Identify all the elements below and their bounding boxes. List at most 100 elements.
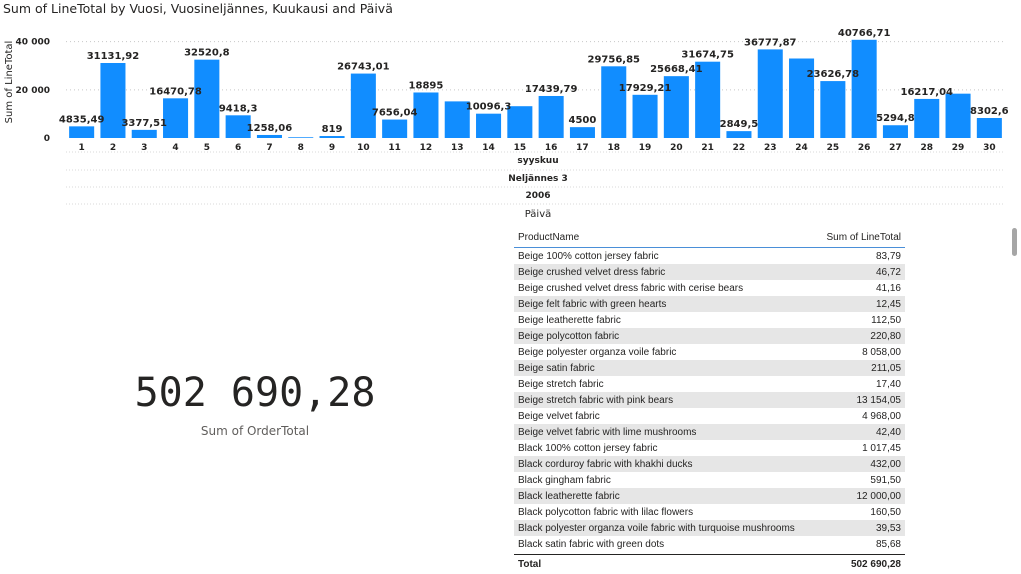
bar[interactable] [350, 73, 376, 138]
linetotal-cell: 85,68 [875, 538, 901, 550]
product-name-cell: Beige crushed velvet dress fabric with c… [518, 282, 744, 294]
table-row[interactable]: Beige felt fabric with green hearts 12,45 [514, 296, 905, 312]
data-label: 18895 [409, 80, 444, 91]
data-label: 17439,79 [525, 84, 578, 95]
linetotal-cell: 1 017,45 [862, 442, 901, 454]
data-label: 23626,78 [807, 69, 860, 80]
y-tick-label: 20 000 [16, 86, 50, 96]
linetotal-cell: 591,50 [870, 474, 901, 486]
total-value: 502 690,28 [850, 558, 901, 570]
x-tick-label: 21 [701, 143, 714, 153]
product-name-cell: Beige velvet fabric with lime mushrooms [518, 426, 697, 438]
table-row[interactable]: Beige satin fabric 211,05 [514, 360, 905, 376]
table-row[interactable]: Black polycotton fabric with lilac flowe… [514, 504, 905, 520]
linetotal-cell: 83,79 [875, 250, 901, 262]
linetotal-cell: 220,80 [870, 330, 901, 342]
table-row[interactable]: Beige 100% cotton jersey fabric 83,79 [514, 248, 905, 264]
bar[interactable] [131, 129, 157, 138]
x-tick-label: 29 [952, 143, 965, 153]
linetotal-cell: 42,40 [875, 426, 901, 438]
bar[interactable] [288, 137, 314, 138]
product-name-cell: Black satin fabric with green dots [518, 538, 665, 550]
table-row[interactable]: Beige stretch fabric 17,40 [514, 376, 905, 392]
x-tick-label: 20 [670, 143, 683, 153]
column-header-productname[interactable]: ProductName [518, 232, 579, 243]
bar[interactable] [757, 49, 783, 138]
bar[interactable] [538, 95, 564, 138]
data-label: 7656,04 [372, 108, 418, 119]
x-axis-title: Päivä [525, 209, 552, 220]
y-tick-label: 0 [44, 134, 50, 144]
data-label: 1258,06 [247, 123, 293, 134]
linetotal-cell: 12 000,00 [856, 490, 902, 502]
data-label: 36777,87 [744, 37, 797, 48]
data-label: 26743,01 [337, 62, 390, 73]
bar[interactable] [69, 126, 95, 138]
linetotal-cell: 13 154,05 [856, 394, 902, 406]
table-row[interactable]: Beige stretch fabric with pink bears 13 1… [514, 392, 905, 408]
product-name-cell: Black 100% cotton jersey fabric [518, 442, 658, 454]
linetotal-cell: 8 058,00 [862, 346, 901, 358]
x-tick-label: 28 [920, 143, 933, 153]
x-tick-label: 12 [420, 143, 433, 153]
table-row[interactable]: Beige crushed velvet dress fabric with c… [514, 280, 905, 296]
product-name-cell: Black polycotton fabric with lilac flowe… [518, 506, 694, 518]
bar[interactable] [476, 113, 502, 138]
product-table[interactable]: ProductName Sum of LineTotal Beige 100% … [514, 227, 905, 574]
table-row[interactable]: Beige crushed velvet dress fabric 46,72 [514, 264, 905, 280]
product-name-cell: Beige felt fabric with green hearts [518, 298, 667, 310]
linetotal-cell: 211,05 [871, 362, 901, 374]
linetotal-cell: 39,53 [875, 522, 901, 534]
bar[interactable] [726, 131, 752, 138]
data-label: 32520,8 [184, 48, 230, 59]
table-row[interactable]: Black gingham fabric 591,50 [514, 472, 905, 488]
data-label: 29756,85 [587, 54, 640, 65]
bar[interactable] [632, 94, 658, 138]
bar[interactable] [194, 59, 220, 139]
bar[interactable] [820, 81, 846, 138]
linetotal-cell: 112,50 [871, 314, 901, 326]
table-row[interactable]: Black satin fabric with green dots 85,68 [514, 536, 905, 552]
bar[interactable] [319, 136, 345, 138]
data-label: 31131,92 [87, 51, 140, 62]
bar[interactable] [256, 134, 282, 138]
linetotal-cell: 41,16 [875, 282, 901, 294]
table-row[interactable]: Beige velvet fabric 4 968,00 [514, 408, 905, 424]
bar[interactable] [914, 98, 940, 138]
table-row[interactable]: Beige leatherette fabric 112,50 [514, 312, 905, 328]
bar[interactable] [882, 125, 908, 138]
table-total-row: Total 502 690,28 [514, 554, 905, 573]
bar-chart: Sum of LineTotal 0 20 000 40 000 4835,49 31… [4, 28, 1009, 220]
bar[interactable] [601, 66, 627, 138]
data-label: 3377,51 [121, 118, 167, 129]
linetotal-cell: 17,40 [875, 378, 901, 390]
y-axis-ticks: 0 20 000 40 000 [16, 38, 50, 144]
quarter-label: Neljännes 3 [508, 174, 568, 184]
table-row[interactable]: Black polyester organza voile fabric wit… [514, 520, 905, 536]
table-scrollbar[interactable] [1012, 228, 1017, 256]
year-label: 2006 [525, 191, 550, 201]
data-label: 4500 [569, 115, 597, 126]
bar[interactable] [976, 117, 1002, 138]
bar[interactable] [945, 93, 971, 138]
linetotal-cell: 160,50 [870, 506, 901, 518]
product-name-cell: Beige stretch fabric [518, 378, 604, 390]
y-tick-label: 40 000 [16, 38, 50, 48]
product-name-cell: Beige crushed velvet dress fabric [518, 266, 666, 278]
bar[interactable] [851, 39, 877, 138]
data-label: 40766,71 [838, 28, 891, 39]
bar[interactable] [382, 119, 408, 138]
data-label: 9418,3 [219, 103, 258, 114]
table-row[interactable]: Black 100% cotton jersey fabric 1 017,45 [514, 440, 905, 456]
column-header-sum-linetotal[interactable]: Sum of LineTotal [827, 232, 902, 243]
table-row[interactable]: Beige velvet fabric with lime mushrooms 4… [514, 424, 905, 440]
table-row[interactable]: Black leatherette fabric 12 000,00 [514, 488, 905, 504]
table-row[interactable]: Beige polycotton fabric 220,80 [514, 328, 905, 344]
data-label: 2849,5 [720, 119, 759, 130]
data-label: 16217,04 [900, 87, 953, 98]
table-row[interactable]: Beige polyester organza voile fabric 8 05… [514, 344, 905, 360]
product-name-cell: Black polyester organza voile fabric wit… [518, 522, 795, 534]
table-row[interactable]: Black corduroy fabric with khakhi ducks 4… [514, 456, 905, 472]
bar[interactable] [569, 127, 595, 138]
data-label: 5294,8 [876, 113, 915, 124]
